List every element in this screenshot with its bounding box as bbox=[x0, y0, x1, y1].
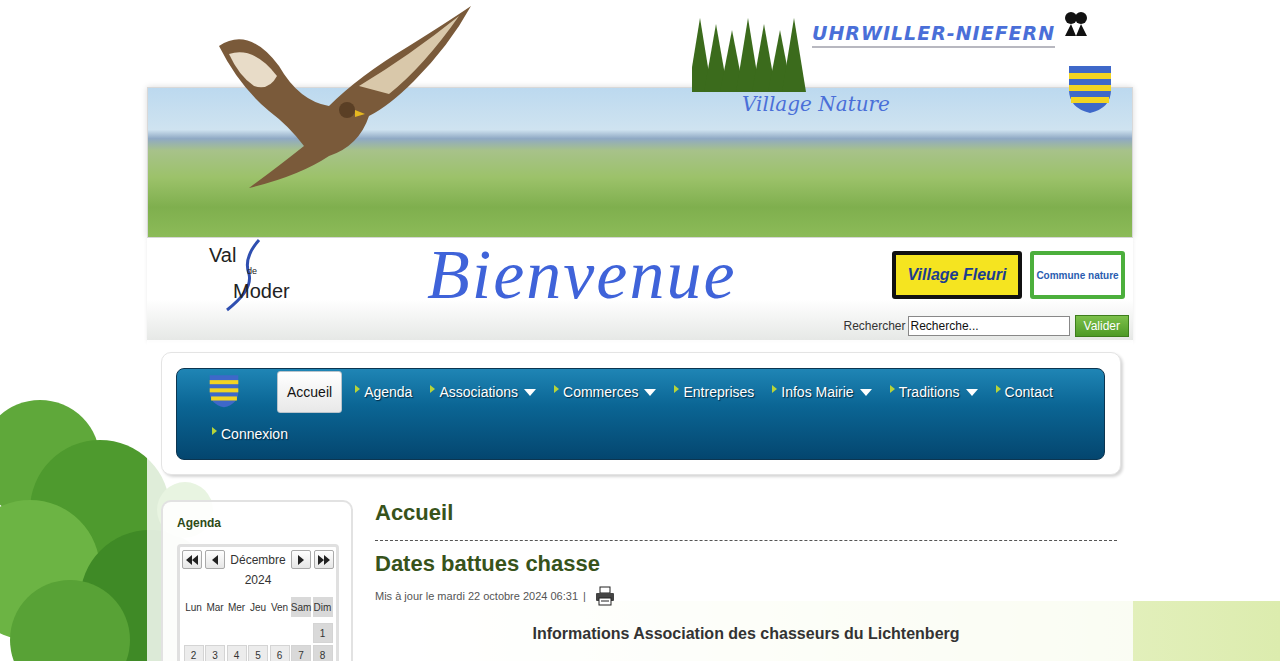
calendar-day[interactable]: 3 bbox=[205, 645, 225, 661]
nav-item[interactable]: Contact bbox=[991, 371, 1058, 413]
label-badge[interactable]: Village Fleuri bbox=[892, 251, 1022, 299]
calendar-day bbox=[291, 623, 311, 643]
next-year-button[interactable] bbox=[314, 550, 334, 569]
weekday-label: Lun bbox=[184, 597, 204, 617]
double-right-icon bbox=[318, 555, 330, 565]
double-left-icon bbox=[186, 555, 198, 565]
page-body: AccueilAgendaAssociationsCommercesEntrep… bbox=[147, 340, 1133, 661]
weekday-label: Mer bbox=[227, 597, 247, 617]
eagle-icon bbox=[209, 6, 475, 190]
bullet-icon bbox=[996, 385, 1001, 393]
calendar-day bbox=[184, 623, 204, 643]
weekday-label: Sam bbox=[291, 597, 311, 617]
bullet-icon bbox=[890, 385, 895, 393]
calendar-day bbox=[205, 623, 225, 643]
welcome-title: Bienvenue bbox=[387, 240, 883, 310]
calendar-day[interactable]: 5 bbox=[248, 645, 268, 661]
calendar-day[interactable]: 6 bbox=[270, 645, 290, 661]
calendar-day bbox=[270, 623, 290, 643]
calendar-year: 2024 bbox=[182, 573, 334, 587]
next-month-button[interactable] bbox=[291, 550, 311, 569]
label-badge[interactable]: Commune nature bbox=[1030, 251, 1125, 299]
printer-icon[interactable] bbox=[594, 585, 616, 607]
article-lead: Informations Association des chasseurs d… bbox=[375, 625, 1117, 643]
coat-of-arms-icon[interactable] bbox=[207, 374, 241, 408]
bullet-icon bbox=[355, 385, 360, 393]
nav-panel: AccueilAgendaAssociationsCommercesEntrep… bbox=[161, 352, 1121, 475]
left-icon bbox=[211, 555, 219, 565]
badge-list: Village FleuriCommune nature bbox=[883, 251, 1133, 299]
search-bar: Rechercher Valider bbox=[147, 312, 1133, 340]
weekday-label: Mar bbox=[205, 597, 225, 617]
forest-icon bbox=[692, 14, 807, 99]
welcome-strip: ValdeModer BienvenueVillage FleuriCommune… bbox=[147, 238, 1133, 340]
calendar-grid: LunMarMerJeuVenSamDim 1 2345678 bbox=[182, 597, 334, 661]
nav-item[interactable]: Associations bbox=[425, 371, 541, 413]
calendar-day[interactable]: 8 bbox=[313, 645, 333, 661]
bullet-icon bbox=[674, 385, 679, 393]
nav-item[interactable]: Agenda bbox=[350, 371, 417, 413]
partner-logo[interactable]: ValdeModer bbox=[207, 238, 307, 312]
calendar-day[interactable]: 1 bbox=[313, 623, 333, 643]
site-logo[interactable]: UHRWILLER-NIEFERN Village Nature bbox=[692, 8, 1092, 118]
calendar-header: Décembre bbox=[182, 550, 334, 569]
nav-item[interactable]: Entreprises bbox=[669, 371, 759, 413]
weekday-label: Jeu bbox=[248, 597, 268, 617]
previous-year-button[interactable] bbox=[182, 550, 202, 569]
weekday-label: Ven bbox=[270, 597, 290, 617]
main-nav: AccueilAgendaAssociationsCommercesEntrep… bbox=[176, 368, 1105, 460]
page-heading: Accueil bbox=[375, 500, 1117, 541]
site-title: UHRWILLER-NIEFERN bbox=[812, 22, 1055, 48]
calendar-day[interactable]: 4 bbox=[227, 645, 247, 661]
sidebar-title: Agenda bbox=[177, 516, 339, 530]
nav-item[interactable]: Commerces bbox=[549, 371, 661, 413]
bullet-icon bbox=[772, 385, 777, 393]
coat-of-arms-icon bbox=[1067, 64, 1113, 114]
calendar-day bbox=[248, 623, 268, 643]
caret-down-icon bbox=[524, 389, 536, 396]
caret-down-icon bbox=[966, 389, 978, 396]
calendar-month: Décembre bbox=[228, 553, 288, 567]
content: Agenda Décembre 2024 LunMarMerJeuVenSamDim 1… bbox=[161, 500, 1121, 661]
right-icon bbox=[297, 555, 305, 565]
main-content: Accueil Dates battues chasse Mis à jour le… bbox=[375, 500, 1121, 643]
nav-item[interactable]: Connexion bbox=[207, 413, 293, 455]
weekday-label: Dim bbox=[313, 597, 333, 617]
nav-item[interactable]: Traditions bbox=[885, 371, 983, 413]
sidebar: Agenda Décembre 2024 LunMarMerJeuVenSamDim 1… bbox=[161, 500, 353, 661]
search-button[interactable]: Valider bbox=[1075, 315, 1129, 337]
page: UHRWILLER-NIEFERN Village Nature ValdeMode… bbox=[0, 0, 1280, 661]
article-meta: Mis à jour le mardi 22 octobre 2024 06:3… bbox=[375, 585, 1117, 607]
site-container: UHRWILLER-NIEFERN Village Nature ValdeMode… bbox=[147, 0, 1133, 661]
calendar-day bbox=[227, 623, 247, 643]
caret-down-icon bbox=[860, 389, 872, 396]
bullet-icon bbox=[554, 385, 559, 393]
calendar: Décembre 2024 LunMarMerJeuVenSamDim 1 234567… bbox=[177, 544, 339, 661]
search-input[interactable] bbox=[908, 316, 1070, 336]
bullet-icon bbox=[212, 427, 217, 435]
bullet-icon bbox=[430, 385, 435, 393]
calendar-day[interactable]: 2 bbox=[184, 645, 204, 661]
caret-down-icon bbox=[644, 389, 656, 396]
nav-item[interactable]: Infos Mairie bbox=[767, 371, 876, 413]
site-tagline: Village Nature bbox=[742, 92, 890, 116]
previous-month-button[interactable] bbox=[205, 550, 225, 569]
article-title[interactable]: Dates battues chasse bbox=[375, 551, 1117, 577]
search-label: Rechercher bbox=[844, 319, 906, 333]
calendar-day[interactable]: 7 bbox=[291, 645, 311, 661]
people-icon bbox=[1062, 10, 1090, 38]
nav-item[interactable]: Accueil bbox=[277, 371, 342, 413]
